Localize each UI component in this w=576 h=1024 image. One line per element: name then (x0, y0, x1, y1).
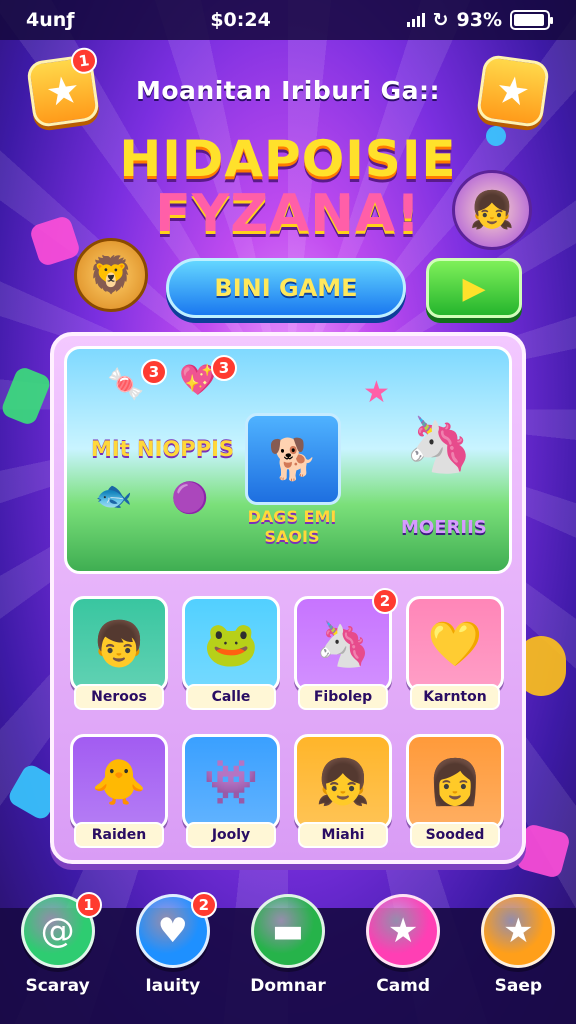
ticket-icon: ▬ (250, 894, 325, 968)
nav-item-domnar[interactable]: ▬ Domnar (240, 894, 336, 1024)
featured-dog-card[interactable]: 🐕 (245, 413, 341, 505)
play-button[interactable]: ▶ (426, 258, 522, 318)
green-creature-icon: 👾 (182, 734, 280, 830)
nav-item-saep[interactable]: ★ Saep (470, 894, 566, 1024)
nav-item-scaray[interactable]: @ Scaray 1 (10, 892, 106, 1024)
banner-center-line-1: DAGS EMI (247, 507, 337, 526)
tile-label: Calle (186, 684, 276, 710)
nav-item-iauity[interactable]: ♥ Iauity 2 (125, 892, 221, 1024)
carrier-text: 4unƒ (26, 9, 75, 31)
star-shop-icon: ★ (481, 894, 556, 968)
star-icon: ★ (366, 894, 441, 968)
tile-label: Karnton (410, 684, 500, 710)
coin-icon: 🟣 (171, 481, 209, 516)
featured-banner[interactable]: 🍬 3 💖 3 ★ MIt NIOPPIS 🐟 🟣 🐕 DAGS EMI SAO… (64, 346, 512, 574)
nav-item-camd[interactable]: ★ Camd (355, 894, 451, 1024)
character-tile[interactable]: 👧 Miahi (294, 734, 392, 850)
tile-label: Fibolep (298, 684, 388, 710)
banner-center-line-2: SAOIS (264, 527, 320, 546)
yellow-creature-icon: 🐥 (70, 734, 168, 830)
character-tile[interactable]: 💛 Karnton (406, 596, 504, 712)
banner-badge: 3 (141, 359, 167, 385)
banner-right-label: MOERIIS (401, 517, 487, 538)
banner-left-label: MIt NIOPPIS (91, 437, 235, 461)
mini-game-button[interactable]: BINI GAME (166, 258, 406, 318)
character-grid: 👦 Neroos 🐸 Calle 🦄 Fibolep 2 💛 Karnton 🐥 Raiden 👾 Jo… (70, 588, 506, 850)
status-indicators: ↻ 93% (406, 9, 553, 31)
notification-badge: 1 (75, 892, 102, 918)
star-icon: ★ (493, 66, 533, 116)
character-tile[interactable]: 🦄 Fibolep 2 (294, 588, 398, 712)
tile-label: Raiden (74, 822, 164, 848)
girl-mascot-icon: 👧 (452, 170, 532, 250)
banner-center-label: DAGS EMI SAOIS (217, 507, 367, 547)
bottom-nav: @ Scaray 1 ♥ Iauity 2 ▬ Domnar ★ Camd ★ Saep (0, 892, 576, 1024)
battery-fill (514, 14, 544, 26)
candy-icon: 🍬 (107, 367, 145, 402)
rewards-star-button[interactable]: ★ 1 (25, 46, 101, 129)
character-tile[interactable]: 🐸 Calle (182, 596, 280, 712)
character-tile[interactable]: 👾 Jooly (182, 734, 280, 850)
green-bear-icon: 🐸 (182, 596, 280, 692)
tile-label: Neroos (74, 684, 164, 710)
clock-text: $0:24 (210, 9, 271, 31)
rainbow-creature-icon: 🦄 (405, 413, 473, 476)
girl-icon: 👧 (294, 734, 392, 830)
tile-label: Jooly (186, 822, 276, 848)
battery-percent: 93% (456, 9, 502, 31)
floating-gem-decoration (0, 365, 53, 427)
signal-icon (406, 13, 425, 27)
dog-icon: 🐕 (268, 436, 318, 483)
banner-badge: 3 (211, 355, 237, 381)
purple-girl-icon: 👩 (406, 734, 504, 830)
star-icon: ★ (43, 66, 83, 116)
nav-label: Iauity (145, 976, 201, 996)
nav-label: Saep (494, 976, 543, 996)
favorites-star-button[interactable]: ★ (475, 53, 551, 129)
boy-icon: 👦 (70, 596, 168, 692)
nav-label: Domnar (250, 976, 326, 996)
lion-mascot-icon: 🦁 (74, 238, 148, 312)
nav-label: Scaray (25, 976, 90, 996)
fish-icon: 🐟 (95, 479, 133, 514)
heart-fruit-icon: 💛 (406, 596, 504, 692)
star-icon: ★ (363, 375, 390, 410)
play-icon: ▶ (462, 270, 486, 306)
app-title: Moanitan Iriburi Ga:: (136, 75, 440, 105)
notification-badge: 2 (190, 892, 217, 918)
wifi-icon: ↻ (432, 9, 449, 31)
character-tile[interactable]: 👦 Neroos (70, 596, 168, 712)
status-bar: 4unƒ $0:24 ↻ 93% (0, 0, 576, 40)
character-tile[interactable]: 👩 Sooded (406, 734, 504, 850)
tile-label: Sooded (410, 822, 500, 848)
tile-label: Miahi (298, 822, 388, 848)
battery-icon (510, 10, 553, 30)
nav-label: Camd (376, 976, 431, 996)
notification-badge: 2 (372, 588, 398, 614)
character-tile[interactable]: 🐥 Raiden (70, 734, 168, 850)
